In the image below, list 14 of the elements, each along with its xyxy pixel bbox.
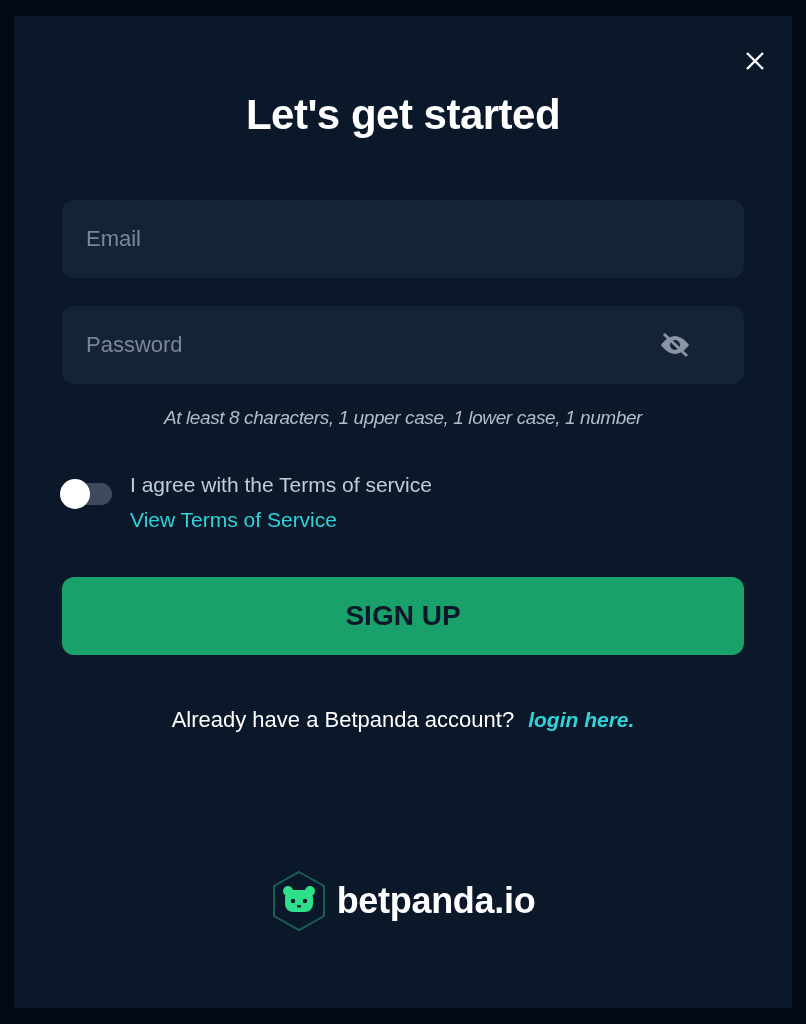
terms-link[interactable]: View Terms of Service [130, 507, 337, 531]
panda-logo-icon [270, 870, 327, 932]
close-icon [744, 50, 766, 72]
login-prompt: Already have a Betpanda account? [171, 706, 515, 732]
sign-up-button[interactable]: SIGN UP [62, 576, 744, 655]
eye-slash-icon [658, 332, 692, 359]
login-link[interactable]: login here. [528, 707, 635, 731]
email-field[interactable]: Email [62, 200, 744, 279]
dialog-title: Let's get started [244, 90, 562, 140]
password-hint: At least 8 characters, 1 upper case, 1 lower case, 1 number [162, 406, 644, 431]
brand-name: betpanda.io [336, 879, 536, 923]
password-field[interactable]: Password [62, 306, 744, 385]
visibility-toggle[interactable] [658, 332, 692, 359]
terms-label: I agree with the Terms of service View Terms of Service [130, 471, 433, 533]
